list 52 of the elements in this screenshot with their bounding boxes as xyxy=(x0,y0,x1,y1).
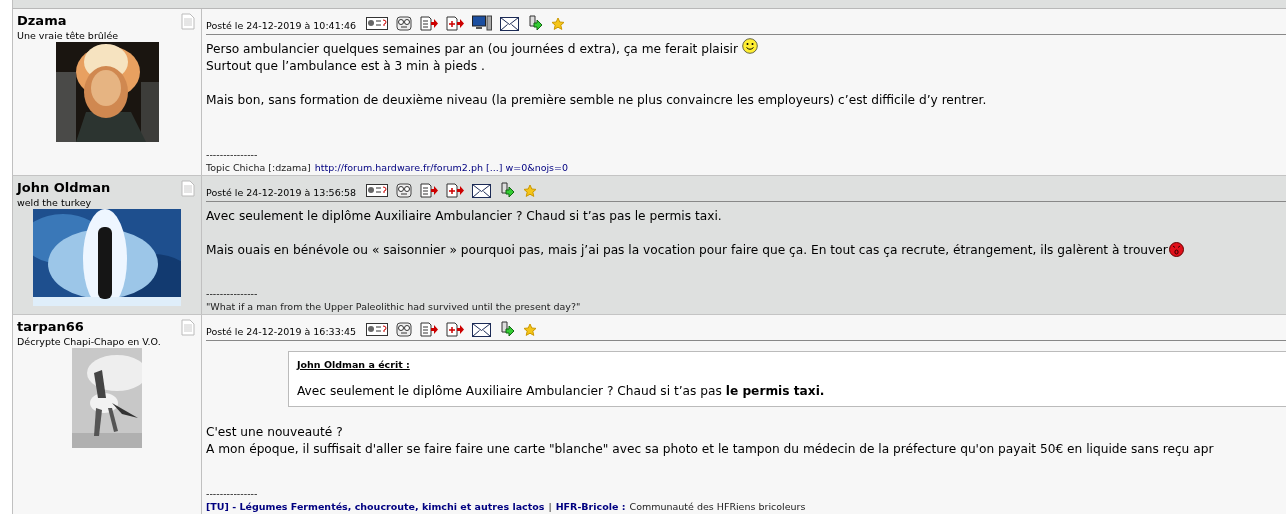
star-icon[interactable] xyxy=(551,17,565,31)
star-icon[interactable] xyxy=(523,184,537,198)
computer-icon[interactable] xyxy=(472,15,492,31)
quote-text: Avec seulement le diplôme Auxiliaire Ambulancier ? Chaud si t’as pas le permis taxi. xyxy=(297,383,825,400)
author-name[interactable]: John Oldman xyxy=(17,180,111,195)
star-icon[interactable] xyxy=(523,323,537,337)
post-text: Mais ouais en bénévole ou « saisonnier » pourquoi pas, mais j’ai pas la vocation pour faire que ça. En tout cas ça recrute, étrangement, ils galèrent à trouver xyxy=(206,242,1168,259)
document-plus-icon[interactable] xyxy=(446,183,464,198)
envelope-icon[interactable] xyxy=(500,17,519,31)
author-name[interactable]: Dzama xyxy=(17,13,67,28)
signature-link[interactable]: HFR-Bricole : xyxy=(555,500,626,513)
document-plus-icon[interactable] xyxy=(446,322,464,337)
document-arrow-icon[interactable] xyxy=(420,183,438,198)
document-arrow-icon[interactable] xyxy=(420,16,438,31)
document-arrow-right-icon[interactable] xyxy=(527,15,543,31)
signature-text: | xyxy=(548,500,552,513)
user-tagline: weld the turkey xyxy=(17,197,93,209)
signature-separator: --------------- xyxy=(206,287,258,300)
post-date: Posté le 24-12-2019 à 13:56:58 xyxy=(206,187,356,198)
id-card-icon[interactable] xyxy=(366,16,388,31)
post-text: Perso ambulancier quelques semaines par an (ou journées d extra), ça me ferait plaisir xyxy=(206,41,738,58)
glasses-icon[interactable] xyxy=(396,183,412,198)
post-date: Posté le 24-12-2019 à 10:41:46 xyxy=(206,20,356,31)
angry-smiley-icon xyxy=(1168,242,1184,257)
post-text: C'est une nouveauté ? xyxy=(206,424,343,441)
glasses-icon[interactable] xyxy=(396,322,412,337)
document-arrow-icon[interactable] xyxy=(420,322,438,337)
user-tagline: Une vraie tête brûlée xyxy=(17,30,120,42)
glasses-icon[interactable] xyxy=(396,16,412,31)
user-tagline: Décrypte Chapi-Chapo en V.O. xyxy=(17,336,162,348)
document-arrow-right-icon[interactable] xyxy=(499,321,515,337)
id-card-icon[interactable] xyxy=(366,183,388,198)
post-text: Surtout que l’ambulance est à 3 min à pieds . xyxy=(206,58,485,75)
signature-text: "What if a man from the Upper Paleolithic had survived until the present day?" xyxy=(206,300,581,313)
document-arrow-right-icon[interactable] xyxy=(499,182,515,198)
post-text: Mais bon, sans formation de deuxième niveau (la première semble ne plus convaincre les employeurs) c’est difficile d’y rentrer. xyxy=(206,92,987,109)
id-card-icon[interactable] xyxy=(366,322,388,337)
quote-author[interactable]: John Oldman a écrit : xyxy=(297,358,410,372)
post-text: A mon époque, il suffisait d'aller se faire faire une carte "blanche" avec sa photo et le tampon du médecin de la préfecture qu'on payait 50€ en liquide sans reçu apr xyxy=(206,441,1214,458)
author-name[interactable]: tarpan66 xyxy=(17,319,84,334)
signature-link[interactable]: [TU] - Légumes Fermentés, choucroute, kimchi et autres lactos xyxy=(206,500,545,513)
signature-separator: --------------- xyxy=(206,148,258,161)
document-plus-icon[interactable] xyxy=(446,16,464,31)
signature-link[interactable]: http://forum.hardware.fr/forum2.ph [...] w=0&nojs=0 xyxy=(314,161,569,174)
post-date: Posté le 24-12-2019 à 16:33:45 xyxy=(206,326,356,337)
signature-separator: --------------- xyxy=(206,487,258,500)
envelope-icon[interactable] xyxy=(472,323,491,337)
envelope-icon[interactable] xyxy=(472,184,491,198)
signature-text: Topic Chicha [:dzama] xyxy=(206,161,311,174)
signature-text: Communauté des HFRiens bricoleurs xyxy=(629,500,806,513)
smiley-icon xyxy=(741,38,758,54)
post-text: Avec seulement le diplôme Auxiliaire Ambulancier ? Chaud si t’as pas le permis taxi. xyxy=(206,208,722,225)
